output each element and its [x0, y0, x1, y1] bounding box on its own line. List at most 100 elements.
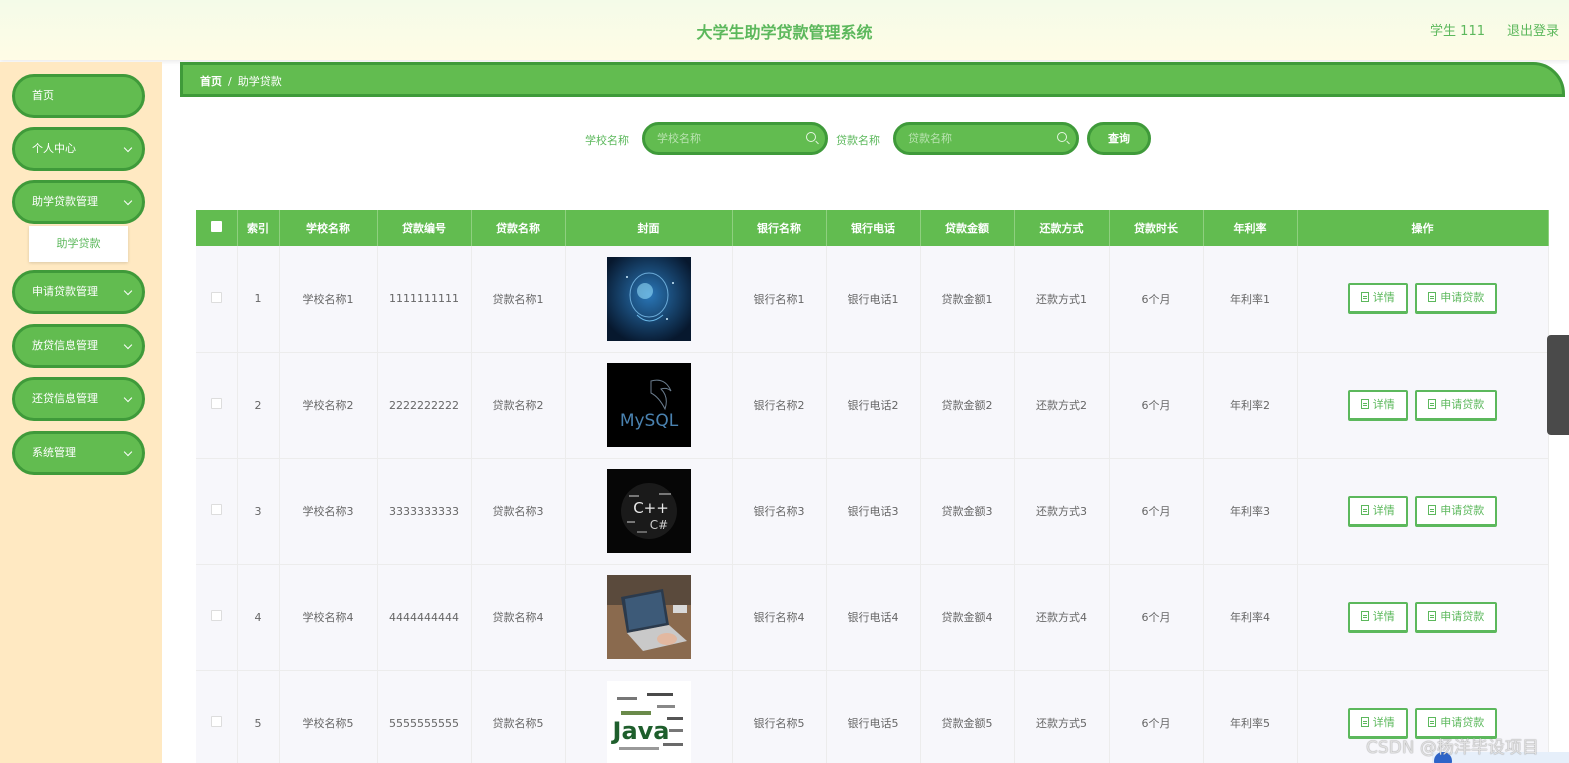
- breadcrumb-home[interactable]: 首页: [200, 75, 222, 88]
- column-header: 还款方式: [1014, 210, 1110, 246]
- sidebar-item-apply-management[interactable]: 申请贷款管理: [12, 270, 145, 314]
- loan-name-cell: 贷款名称3: [471, 458, 566, 565]
- row-select-cell[interactable]: [196, 564, 238, 671]
- school-cell: 学校名称1: [279, 246, 378, 353]
- ai-head-image: [606, 256, 691, 341]
- rate-cell: 年利率5: [1203, 670, 1298, 763]
- sidebar-item-lending-management[interactable]: 放贷信息管理: [12, 324, 145, 368]
- apply-loan-button[interactable]: 申请贷款: [1415, 601, 1498, 633]
- column-header: 操作: [1297, 210, 1549, 246]
- document-icon: [1428, 292, 1437, 303]
- row-checkbox[interactable]: [210, 504, 222, 515]
- cover-cell: [565, 564, 733, 671]
- loan-name-input[interactable]: [908, 125, 1053, 152]
- table-header-row: 索引 学校名称 贷款编号 贷款名称 封面 银行名称 银行电话 贷款金额 还款方式…: [196, 210, 1549, 246]
- loan-name-cell: 贷款名称4: [471, 564, 566, 671]
- apply-loan-button[interactable]: 申请贷款: [1415, 389, 1498, 421]
- chevron-down-icon: [123, 286, 133, 296]
- row-select-cell[interactable]: [196, 458, 238, 565]
- repay-method-cell: 还款方式5: [1014, 670, 1110, 763]
- school-cell: 学校名称2: [279, 352, 378, 459]
- apply-loan-button[interactable]: 申请贷款: [1415, 495, 1498, 527]
- apply-label: 申请贷款: [1440, 715, 1485, 729]
- detail-label: 详情: [1372, 397, 1395, 411]
- sidebar-item-loan-management[interactable]: 助学贷款管理: [12, 180, 145, 224]
- floating-side-tab[interactable]: [1547, 335, 1569, 435]
- cover-cell: [565, 246, 733, 353]
- row-select-cell[interactable]: [196, 246, 238, 353]
- loan-table: 索引 学校名称 贷款编号 贷款名称 封面 银行名称 银行电话 贷款金额 还款方式…: [196, 210, 1549, 763]
- row-checkbox[interactable]: [210, 716, 222, 727]
- apply-label: 申请贷款: [1440, 291, 1485, 305]
- bank-phone-cell: 银行电话4: [826, 564, 921, 671]
- logout-link[interactable]: 退出登录: [1507, 20, 1559, 39]
- query-button[interactable]: 查询: [1087, 122, 1151, 155]
- school-name-search[interactable]: [642, 122, 828, 155]
- sidebar-item-label: 还贷信息管理: [32, 392, 98, 405]
- bank-phone-cell: 银行电话1: [826, 246, 921, 353]
- row-checkbox[interactable]: [210, 610, 222, 621]
- cover-cell: C++ C#: [565, 458, 733, 565]
- loan-code-cell: 3333333333: [377, 458, 472, 565]
- index-cell: 3: [237, 458, 280, 565]
- duration-cell: 6个月: [1109, 246, 1204, 353]
- detail-button[interactable]: 详情: [1347, 283, 1408, 315]
- submenu-item-student-loan[interactable]: 助学贷款: [29, 226, 128, 262]
- sidebar-item-repayment-management[interactable]: 还贷信息管理: [12, 377, 145, 421]
- document-icon: [1360, 504, 1369, 515]
- duration-cell: 6个月: [1109, 670, 1204, 763]
- sidebar-item-label: 系统管理: [32, 446, 76, 459]
- loan-name-search[interactable]: [893, 122, 1079, 155]
- sidebar-item-label: 放贷信息管理: [32, 339, 98, 352]
- rate-cell: 年利率3: [1203, 458, 1298, 565]
- detail-button[interactable]: 详情: [1347, 389, 1408, 421]
- bank-phone-cell: 银行电话3: [826, 458, 921, 565]
- row-select-cell[interactable]: [196, 352, 238, 459]
- cpp-word-cloud-image: C++ C#: [606, 469, 691, 553]
- select-all-cell[interactable]: [196, 210, 238, 246]
- table-row: 3 学校名称3 3333333333 贷款名称3 C++ C# 银行名称3 银行…: [196, 458, 1549, 565]
- document-icon: [1428, 398, 1437, 409]
- loan-code-cell: 5555555555: [377, 670, 472, 763]
- index-cell: 4: [237, 564, 280, 671]
- document-icon: [1428, 610, 1437, 621]
- school-name-input[interactable]: [657, 125, 802, 152]
- detail-button[interactable]: 详情: [1347, 601, 1408, 633]
- apply-label: 申请贷款: [1440, 397, 1485, 411]
- loan-amount-cell: 贷款金额1: [920, 246, 1015, 353]
- select-all-checkbox[interactable]: [210, 221, 222, 232]
- loan-name-cell: 贷款名称5: [471, 670, 566, 763]
- repay-method-cell: 还款方式2: [1014, 352, 1110, 459]
- row-checkbox[interactable]: [210, 398, 222, 409]
- sidebar-item-home[interactable]: 首页: [12, 74, 145, 118]
- sidebar-item-label: 个人中心: [32, 142, 76, 155]
- document-icon: [1360, 610, 1369, 621]
- rate-cell: 年利率2: [1203, 352, 1298, 459]
- detail-button[interactable]: 详情: [1347, 495, 1408, 527]
- column-header: 贷款名称: [471, 210, 566, 246]
- duration-cell: 6个月: [1109, 458, 1204, 565]
- chevron-down-icon: [123, 196, 133, 206]
- column-header: 索引: [237, 210, 280, 246]
- row-select-cell[interactable]: [196, 670, 238, 763]
- column-header: 银行电话: [826, 210, 921, 246]
- sidebar-item-personal-center[interactable]: 个人中心: [12, 127, 145, 171]
- java-word-cloud-image: Java: [606, 681, 691, 763]
- java-text: Java: [610, 717, 669, 745]
- sidebar-item-label: 助学贷款管理: [32, 195, 98, 208]
- index-cell: 5: [237, 670, 280, 763]
- index-cell: 2: [237, 352, 280, 459]
- app-title: 大学生助学贷款管理系统: [696, 23, 873, 42]
- loan-amount-cell: 贷款金额5: [920, 670, 1015, 763]
- loan-name-label: 贷款名称: [836, 134, 880, 147]
- table-row: 5 学校名称5 5555555555 贷款名称5 Java 银行名称5 银行电话…: [196, 670, 1549, 763]
- breadcrumb-current: 助学贷款: [237, 75, 282, 88]
- chevron-down-icon: [123, 340, 133, 350]
- apply-label: 申请贷款: [1440, 609, 1485, 623]
- duration-cell: 6个月: [1109, 564, 1204, 671]
- row-checkbox[interactable]: [210, 291, 222, 303]
- apply-loan-button[interactable]: 申请贷款: [1415, 283, 1498, 315]
- sidebar-item-system-management[interactable]: 系统管理: [12, 431, 145, 475]
- chevron-down-icon: [123, 447, 133, 457]
- column-header: 银行名称: [732, 210, 827, 246]
